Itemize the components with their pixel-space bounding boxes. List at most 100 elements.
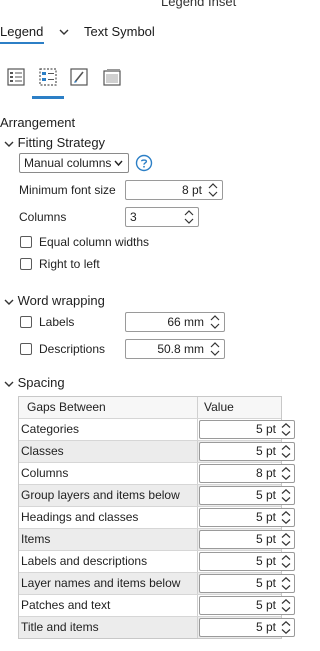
table-row[interactable]: Layer names and items below 5 pt xyxy=(19,572,295,594)
collapse-triangle-icon[interactable] xyxy=(4,297,14,307)
descriptions-wrap-checkbox[interactable] xyxy=(20,343,32,355)
table-row[interactable]: Labels and descriptions 5 pt xyxy=(19,550,295,572)
spacing-section[interactable]: Spacing xyxy=(4,375,65,390)
gap-name: Title and items xyxy=(21,620,99,634)
tab-legend[interactable]: Legend xyxy=(0,24,43,39)
col-header-value[interactable]: Value xyxy=(204,397,234,418)
table-row[interactable]: Group layers and items below 5 pt xyxy=(19,484,295,506)
spinner-arrows-icon[interactable] xyxy=(281,576,291,591)
spinner-arrows-icon[interactable] xyxy=(210,341,220,357)
labels-wrap-input[interactable]: 66 mm xyxy=(125,312,225,332)
columns-input[interactable]: 3 xyxy=(125,207,199,227)
chevron-down-icon xyxy=(114,160,123,167)
active-tool-indicator xyxy=(32,96,64,99)
spinner-arrows-icon[interactable] xyxy=(281,620,291,635)
grid-header: Gaps Between Value xyxy=(19,397,281,418)
gap-name: Classes xyxy=(21,444,64,458)
active-tab-indicator xyxy=(0,42,44,44)
spinner-arrows-icon[interactable] xyxy=(281,598,291,613)
labels-wrap-label: Labels xyxy=(39,315,75,329)
gap-name: Group layers and items below xyxy=(21,488,180,502)
right-to-left-checkbox[interactable] xyxy=(20,258,32,270)
collapse-triangle-icon[interactable] xyxy=(4,139,14,149)
labels-wrap-checkbox[interactable] xyxy=(20,316,32,328)
gap-value: 5 pt xyxy=(255,576,276,590)
table-row[interactable]: Title and items 5 pt xyxy=(19,616,295,638)
symbol-icon[interactable] xyxy=(66,64,92,90)
gap-value: 5 pt xyxy=(255,620,276,634)
gap-value: 5 pt xyxy=(255,422,276,436)
table-row[interactable]: Items 5 pt xyxy=(19,528,295,550)
gap-name: Items xyxy=(21,532,51,546)
fitting-strategy-value: Manual columns xyxy=(24,156,112,170)
gap-value-input[interactable]: 5 pt xyxy=(199,442,295,461)
descriptions-wrap-input[interactable]: 50.8 mm xyxy=(125,339,225,359)
table-row[interactable]: Classes 5 pt xyxy=(19,440,295,462)
gap-name: Categories xyxy=(21,422,80,436)
gap-value: 5 pt xyxy=(255,488,276,502)
spinner-arrows-icon[interactable] xyxy=(281,488,291,503)
gap-value-input[interactable]: 5 pt xyxy=(199,420,295,439)
spinner-arrows-icon[interactable] xyxy=(281,422,291,437)
gap-value: 5 pt xyxy=(255,510,276,524)
min-font-size-value: 8 pt xyxy=(181,183,202,197)
right-to-left-label: Right to left xyxy=(39,257,100,271)
equal-column-widths-label: Equal column widths xyxy=(39,235,150,249)
gap-value-input[interactable]: 5 pt xyxy=(199,596,295,615)
labels-wrap-value: 66 mm xyxy=(167,315,204,329)
gap-value: 5 pt xyxy=(255,532,276,546)
spacing-heading: Spacing xyxy=(17,375,65,390)
gap-value-input[interactable]: 5 pt xyxy=(199,618,295,637)
table-row[interactable]: Headings and classes 5 pt xyxy=(19,506,295,528)
collapse-triangle-icon[interactable] xyxy=(4,379,14,389)
gap-name: Patches and text xyxy=(21,598,111,612)
gap-value-input[interactable]: 5 pt xyxy=(199,574,295,593)
gap-value: 5 pt xyxy=(255,598,276,612)
spinner-arrows-icon[interactable] xyxy=(281,466,291,481)
gap-value: 8 pt xyxy=(255,466,276,480)
spinner-arrows-icon[interactable] xyxy=(184,209,194,225)
gap-value-input[interactable]: 5 pt xyxy=(199,552,295,571)
fitting-strategy-dropdown[interactable]: Manual columns xyxy=(19,153,129,173)
min-font-label: Minimum font size xyxy=(19,183,116,197)
spinner-arrows-icon[interactable] xyxy=(281,444,291,459)
min-font-size-input[interactable]: 8 pt xyxy=(125,180,223,200)
chevron-down-icon[interactable] xyxy=(58,27,70,37)
word-wrapping-heading: Word wrapping xyxy=(17,293,105,308)
columns-value: 3 xyxy=(130,210,137,224)
arrangement-heading: Arrangement xyxy=(0,115,76,130)
spinner-arrows-icon[interactable] xyxy=(208,182,218,198)
arrangement-icon[interactable] xyxy=(35,64,61,90)
columns-label: Columns xyxy=(19,210,67,224)
descriptions-wrap-label: Descriptions xyxy=(39,342,106,356)
display-icon[interactable] xyxy=(99,64,125,90)
table-row[interactable]: Patches and text 5 pt xyxy=(19,594,295,616)
table-row[interactable]: Categories 5 pt xyxy=(19,418,295,440)
gap-value-input[interactable]: 8 pt xyxy=(199,464,295,483)
help-icon[interactable] xyxy=(135,154,153,172)
pane-title: Legend Inset xyxy=(161,0,237,9)
gap-value: 5 pt xyxy=(255,444,276,458)
equal-column-widths-checkbox[interactable] xyxy=(20,236,32,248)
spinner-arrows-icon[interactable] xyxy=(210,314,220,330)
fitting-strategy-heading: Fitting Strategy xyxy=(17,135,106,150)
gap-value-input[interactable]: 5 pt xyxy=(199,486,295,505)
gap-name: Headings and classes xyxy=(21,510,139,524)
descriptions-wrap-value: 50.8 mm xyxy=(157,342,204,356)
col-header-gaps[interactable]: Gaps Between xyxy=(27,397,106,418)
gap-name: Layer names and items below xyxy=(21,576,181,590)
table-row[interactable]: Columns 8 pt xyxy=(19,462,295,484)
spinner-arrows-icon[interactable] xyxy=(281,554,291,569)
fitting-strategy-section[interactable]: Fitting Strategy xyxy=(4,135,105,150)
gap-value-input[interactable]: 5 pt xyxy=(199,530,295,549)
spacing-grid: Gaps Between Value Categories 5 pt Classes… xyxy=(18,396,295,639)
tab-text-symbol[interactable]: Text Symbol xyxy=(84,24,155,39)
gap-value-input[interactable]: 5 pt xyxy=(199,508,295,527)
options-icon[interactable] xyxy=(3,64,29,90)
gap-name: Labels and descriptions xyxy=(21,554,148,568)
gap-value: 5 pt xyxy=(255,554,276,568)
gap-name: Columns xyxy=(21,466,69,480)
spinner-arrows-icon[interactable] xyxy=(281,510,291,525)
word-wrapping-section[interactable]: Word wrapping xyxy=(4,293,105,308)
spinner-arrows-icon[interactable] xyxy=(281,532,291,547)
